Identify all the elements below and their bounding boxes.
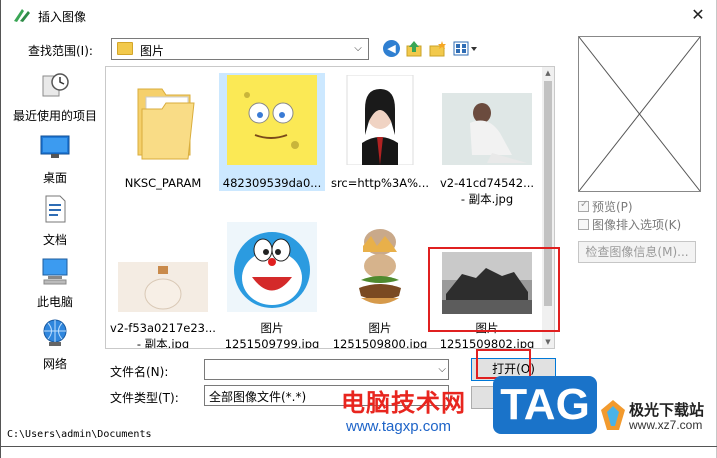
file-item-doraemon[interactable]: 图片 1251509799.jpg bbox=[219, 222, 325, 349]
chevron-down-icon: ⌵ bbox=[354, 43, 362, 54]
file-item-cat[interactable]: 图片 1251509800.jpg bbox=[327, 222, 433, 349]
site-logo-icon bbox=[601, 400, 625, 430]
preview-checkbox[interactable]: ✓ 预览(P) bbox=[578, 198, 717, 215]
watermark-text: 电脑技术网 bbox=[341, 389, 466, 417]
place-desktop[interactable]: 桌面 bbox=[7, 132, 103, 186]
file-name-ext: - 副本.jpg bbox=[460, 192, 514, 206]
file-name-ext: 1251509802.jpg bbox=[439, 337, 535, 349]
preview-label: 预览(P) bbox=[592, 200, 633, 214]
file-name-ext: 1251509800.jpg bbox=[332, 337, 428, 349]
up-folder-button[interactable] bbox=[406, 40, 422, 58]
watermark-tag-logo: TAG bbox=[493, 376, 597, 434]
lookin-value: 图片 bbox=[140, 44, 165, 58]
image-options-checkbox[interactable]: 图像排入选项(K) bbox=[578, 216, 717, 233]
watermark-url: www.tagxp.com bbox=[346, 418, 452, 435]
image-info-button[interactable]: 检查图像信息(M)... bbox=[578, 241, 696, 263]
open-highlight-box bbox=[476, 349, 531, 379]
place-label: 此电脑 bbox=[36, 295, 73, 309]
file-item-spongebob[interactable]: 482309539da0... bbox=[219, 73, 325, 191]
back-arrow-icon: ◀ bbox=[387, 42, 396, 55]
image-options-label: 图像排入选项(K) bbox=[592, 218, 682, 232]
file-name: v2-f53a0217e23... bbox=[110, 321, 216, 335]
filename-label: 文件名(N): bbox=[110, 365, 169, 379]
place-label: 桌面 bbox=[42, 171, 67, 185]
app-icon bbox=[14, 9, 30, 22]
filetype-label: 文件类型(T): bbox=[110, 391, 179, 405]
place-recent[interactable]: 最近使用的项目 bbox=[7, 70, 103, 124]
folder-icon bbox=[117, 42, 133, 55]
status-path: C:\Users\admin\Documents bbox=[7, 429, 152, 440]
title-bar: 插入图像 ✕ bbox=[1, 0, 717, 32]
place-documents[interactable]: 文档 bbox=[7, 194, 103, 248]
scroll-up-icon[interactable]: ▲ bbox=[542, 67, 554, 79]
place-network[interactable]: 网络 bbox=[7, 318, 103, 372]
view-menu-button[interactable] bbox=[453, 40, 479, 58]
file-item-bottle[interactable]: v2-f53a0217e23... - 副本.jpg bbox=[110, 222, 216, 349]
window-title: 插入图像 bbox=[38, 10, 87, 24]
file-name: NKSC_PARAM bbox=[124, 176, 202, 190]
close-button[interactable]: ✕ bbox=[686, 4, 710, 26]
places-bar: 最近使用的项目 桌面 文档 此电脑 网络 bbox=[7, 66, 103, 376]
checkbox-box: ✓ bbox=[578, 199, 589, 212]
place-label: 文档 bbox=[42, 233, 67, 247]
image-thumbnail bbox=[346, 75, 414, 165]
watermark-site-url: www.xz7.com bbox=[629, 418, 703, 432]
network-icon bbox=[43, 319, 67, 346]
check-icon: ✓ bbox=[580, 199, 589, 210]
file-name: 图片 bbox=[260, 321, 284, 335]
place-label: 最近使用的项目 bbox=[12, 109, 97, 123]
file-name-ext: 1251509799.jpg bbox=[224, 337, 320, 349]
preview-area bbox=[578, 36, 701, 192]
file-item-portrait[interactable]: src=http%3A%... bbox=[327, 75, 433, 195]
scroll-down-icon[interactable]: ▼ bbox=[542, 336, 554, 348]
insert-image-dialog: 插入图像 ✕ 查找范围(I): 图片 ⌵ ◀ 最近使用的项目 桌面 文档 此电脑… bbox=[0, 0, 717, 458]
file-name: 482309539da0... bbox=[222, 176, 322, 190]
filename-input[interactable]: ⌵ bbox=[204, 359, 449, 380]
watermark-site-name: 极光下载站 bbox=[629, 401, 705, 419]
computer-icon bbox=[42, 258, 68, 285]
recent-icon bbox=[42, 73, 69, 97]
divider bbox=[1, 446, 717, 447]
image-thumbnail bbox=[118, 262, 208, 312]
desktop-icon bbox=[40, 135, 70, 158]
file-item-woman[interactable]: v2-41cd74542... - 副本.jpg bbox=[434, 75, 540, 210]
file-name: src=http%3A%... bbox=[330, 176, 430, 190]
checkbox-box bbox=[578, 219, 589, 230]
file-name: v2-41cd74542... bbox=[439, 176, 535, 190]
image-thumbnail bbox=[227, 75, 317, 165]
image-thumbnail bbox=[442, 93, 532, 165]
file-name-ext: - 副本.jpg bbox=[136, 337, 190, 349]
file-name: 图片 bbox=[368, 321, 392, 335]
new-folder-button[interactable] bbox=[429, 40, 447, 58]
lookin-dropdown[interactable]: 图片 ⌵ bbox=[111, 38, 369, 60]
back-button[interactable]: ◀ bbox=[383, 40, 400, 57]
documents-icon bbox=[45, 195, 66, 223]
image-thumbnail bbox=[335, 222, 425, 312]
highlight-box bbox=[428, 247, 560, 332]
place-this-pc[interactable]: 此电脑 bbox=[7, 256, 103, 310]
lookin-label: 查找范围(I): bbox=[28, 44, 93, 58]
chevron-down-icon[interactable]: ⌵ bbox=[438, 360, 446, 379]
folder-thumbnail bbox=[137, 88, 195, 160]
file-item-folder[interactable]: NKSC_PARAM bbox=[110, 75, 216, 195]
filetype-value: 全部图像文件(*.*) bbox=[209, 390, 307, 404]
image-thumbnail bbox=[227, 222, 317, 312]
place-label: 网络 bbox=[42, 357, 67, 371]
